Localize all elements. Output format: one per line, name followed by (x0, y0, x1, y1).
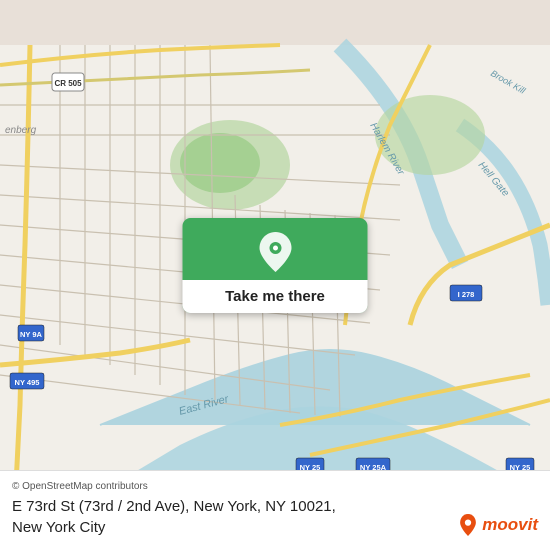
map-container: East River Harlem River Hell Gate Brook … (0, 0, 550, 550)
location-pin-icon (258, 218, 292, 280)
address-line1: E 73rd St (73rd / 2nd Ave), New York, NY… (12, 498, 336, 515)
attribution-text: © OpenStreetMap contributors (12, 481, 148, 492)
button-label-text: Take me there (183, 280, 368, 313)
moovit-brand-name: moovit (482, 515, 538, 535)
address-city: New York City (12, 519, 105, 536)
take-me-there-button[interactable]: Take me there (183, 218, 368, 313)
svg-text:I 278: I 278 (458, 290, 475, 299)
info-bar: © OpenStreetMap contributors E 73rd St (… (0, 470, 550, 550)
svg-text:NY 495: NY 495 (15, 378, 40, 387)
svg-text:enberg: enberg (5, 125, 37, 136)
svg-text:NY 9A: NY 9A (20, 330, 43, 339)
map-attribution: © OpenStreetMap contributors (12, 481, 538, 492)
moovit-logo: moovit (457, 514, 538, 536)
moovit-pin-icon (457, 514, 479, 536)
svg-text:CR 505: CR 505 (54, 79, 82, 88)
